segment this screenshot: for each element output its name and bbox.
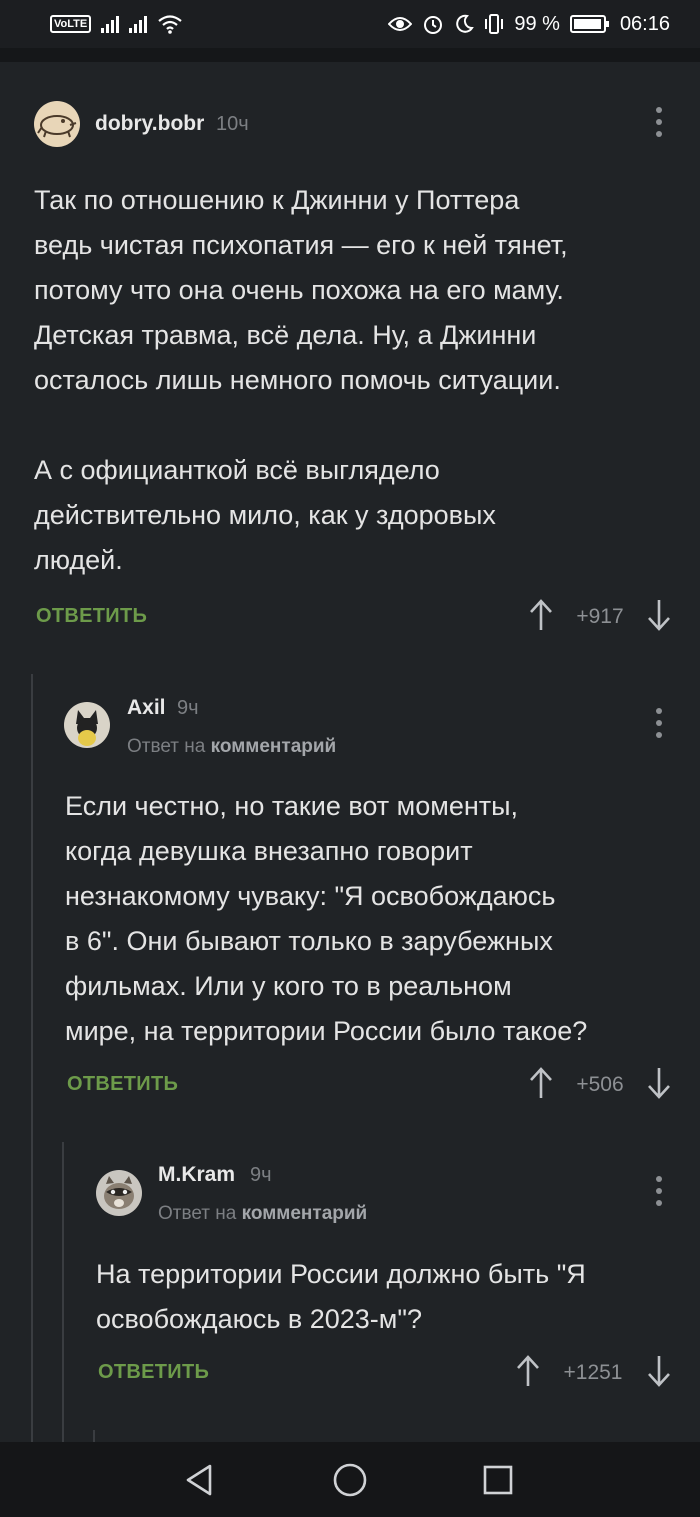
reply-button[interactable]: ОТВЕТИТЬ bbox=[67, 1073, 178, 1096]
status-right: 99 % 06:16 bbox=[388, 13, 670, 36]
comment-time: 9ч bbox=[250, 1164, 272, 1186]
comment-text: На территории России должно быть "Я осво… bbox=[96, 1259, 586, 1334]
cat-icon bbox=[76, 710, 98, 746]
reply-button[interactable]: ОТВЕТИТЬ bbox=[36, 605, 147, 628]
comment-text: Так по отношению к Джинни у Поттера ведь… bbox=[34, 185, 568, 575]
signal-icon bbox=[129, 15, 148, 33]
thread-line bbox=[31, 674, 33, 1442]
comment-score: +917 bbox=[576, 605, 624, 628]
comment-author[interactable]: dobry.bobr bbox=[95, 112, 204, 136]
reply-to-link[interactable]: комментарий bbox=[211, 736, 337, 757]
reply-to-prefix: Ответ на bbox=[158, 1203, 237, 1224]
thread-line bbox=[93, 1430, 95, 1442]
thread-line bbox=[62, 1142, 64, 1442]
avatar[interactable] bbox=[64, 702, 110, 748]
app-header-edge bbox=[0, 48, 700, 62]
more-options-icon[interactable] bbox=[655, 1176, 663, 1206]
reply-to-label: Ответ на комментарий bbox=[158, 1203, 367, 1225]
home-icon[interactable] bbox=[332, 1462, 368, 1498]
battery-percent: 99 % bbox=[514, 12, 560, 35]
moon-icon bbox=[456, 14, 475, 33]
volte-icon: VoLTE bbox=[50, 15, 92, 33]
comment-time: 9ч bbox=[177, 697, 199, 719]
comment-text: Если честно, но такие вот моменты, когда… bbox=[65, 791, 588, 1046]
comment-score: +1251 bbox=[563, 1361, 623, 1384]
recents-icon[interactable] bbox=[480, 1462, 516, 1498]
status-bar: VoLTE 99 % 06:16 bbox=[0, 0, 700, 48]
upvote-arrow-icon[interactable] bbox=[515, 1354, 541, 1388]
comment-author[interactable]: M.Kram bbox=[158, 1163, 235, 1187]
alarm-icon bbox=[424, 16, 443, 34]
status-left: VoLTE bbox=[50, 14, 183, 34]
comment-time: 10ч bbox=[216, 113, 249, 135]
back-icon[interactable] bbox=[182, 1462, 218, 1498]
more-options-icon[interactable] bbox=[655, 107, 663, 137]
signal-icon bbox=[101, 15, 120, 33]
comments-list: dobry.bobr 10ч Так по отношению к Джинни… bbox=[0, 62, 700, 1442]
comment-author[interactable]: Axil bbox=[127, 696, 166, 720]
more-options-icon[interactable] bbox=[655, 708, 663, 738]
upvote-arrow-icon[interactable] bbox=[528, 598, 554, 632]
reply-to-label: Ответ на комментарий bbox=[127, 736, 336, 758]
comment-score: +506 bbox=[576, 1073, 624, 1096]
reply-to-prefix: Ответ на bbox=[127, 736, 206, 757]
navigation-bar bbox=[0, 1442, 700, 1517]
downvote-arrow-icon[interactable] bbox=[646, 598, 672, 632]
avatar[interactable] bbox=[96, 1170, 142, 1216]
reply-to-link[interactable]: комментарий bbox=[242, 1203, 368, 1224]
avatar[interactable] bbox=[34, 101, 80, 147]
reply-button[interactable]: ОТВЕТИТЬ bbox=[98, 1361, 209, 1384]
downvote-arrow-icon[interactable] bbox=[646, 1354, 672, 1388]
eye-icon bbox=[388, 17, 413, 31]
raccoon-icon bbox=[104, 1176, 134, 1209]
upvote-arrow-icon[interactable] bbox=[528, 1066, 554, 1100]
downvote-arrow-icon[interactable] bbox=[646, 1066, 672, 1100]
wifi-icon bbox=[158, 15, 182, 34]
battery-icon bbox=[569, 15, 609, 33]
beaver-icon bbox=[37, 115, 77, 138]
clock: 06:16 bbox=[619, 12, 670, 35]
vibrate-icon bbox=[485, 14, 504, 34]
